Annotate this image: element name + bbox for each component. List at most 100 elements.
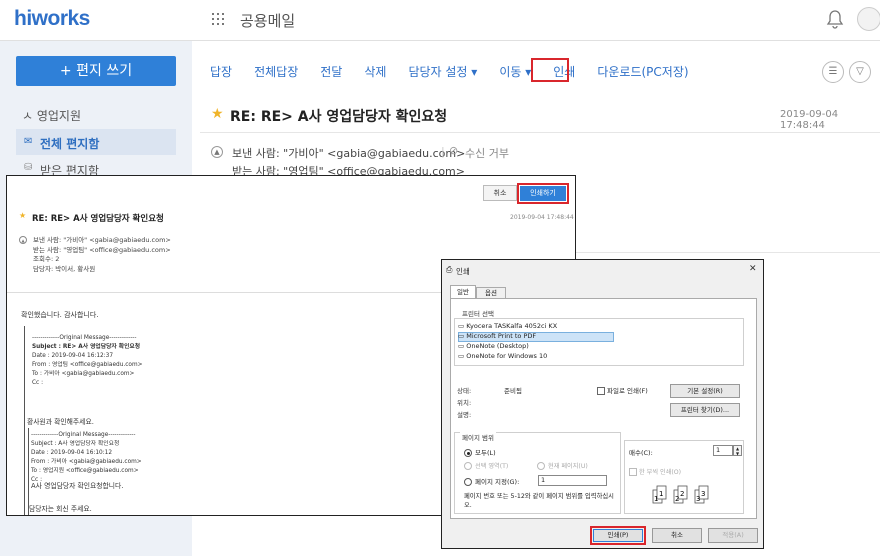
- tab-options[interactable]: 옵션: [476, 287, 506, 298]
- preview-print-button[interactable]: 인쇄하기: [520, 186, 566, 201]
- printer-name: OneNote (Desktop): [466, 342, 529, 350]
- quote-subject: Subject : RE> A사 영업담당자 확인요청: [32, 344, 141, 350]
- svg-text:1: 1: [654, 495, 658, 503]
- reject-link[interactable]: 수신 거부: [465, 145, 509, 161]
- svg-text:3: 3: [701, 490, 705, 498]
- collapse-icon[interactable]: ▲: [211, 146, 223, 158]
- quote-from: From : 가비아 <gabia@gabiaedu.com>: [31, 459, 142, 465]
- range-selection-label: 선택 영역(T): [475, 463, 509, 470]
- inbox-icon: ⛁: [24, 162, 33, 173]
- quote-reply-3: 담당자는 회신 주세요.: [29, 505, 92, 513]
- location-label: 위치:: [457, 399, 472, 407]
- list-icon[interactable]: ☰: [822, 61, 844, 83]
- apply-button: 적용(A): [708, 528, 758, 543]
- printer-item[interactable]: ▭ OneNote (Desktop): [458, 342, 529, 350]
- bell-icon[interactable]: [826, 9, 844, 29]
- preview-header: 보낸 사람: "가비아" <gabia@gabiaedu.com> 받는 사람:…: [33, 236, 171, 274]
- app-logo[interactable]: hiworks: [14, 7, 90, 31]
- printer-item[interactable]: ▭ Kyocera TASKalfa 4052ci KX: [458, 322, 557, 330]
- svg-text:3: 3: [696, 495, 700, 503]
- dialog-cancel-button[interactable]: 취소: [652, 528, 702, 543]
- move-menu[interactable]: 이동 ▾: [499, 63, 531, 80]
- quote-from: From : 영업팀 <office@gabiaedu.com>: [32, 362, 143, 368]
- collate-pages-icon: 11 22 33: [652, 485, 709, 504]
- range-current-radio: 현재 페이지(U): [537, 461, 588, 470]
- divider: [200, 132, 880, 133]
- status-label: 상태:: [457, 387, 472, 395]
- mail-icon: ✉: [24, 136, 33, 147]
- collate-checkbox: 한 부씩 인쇄(O): [629, 467, 681, 476]
- copies-input[interactable]: 1: [713, 445, 733, 456]
- preview-date: 2019-09-04 17:48:44: [510, 214, 574, 221]
- mail-from: 보낸 사람: "가비아" <gabia@gabiaedu.com>: [232, 147, 466, 160]
- svg-text:2: 2: [675, 495, 679, 503]
- printer-group-title: 프린터 선택: [460, 308, 496, 318]
- compose-button[interactable]: + 편지 쓰기: [16, 56, 176, 86]
- block-icon: ⊘: [449, 144, 459, 157]
- range-pages-label: 페이지 지정(G):: [475, 478, 520, 486]
- quote-reply-1: 황사원과 확인해주세요.: [27, 418, 94, 426]
- mail-toolbar: 답장 전체답장 전달 삭제 담당자 설정 ▾ 이동 ▾ 인쇄 다운로드(PC저장…: [210, 63, 711, 80]
- mail-date: 2019-09-04 17:48:44: [780, 109, 839, 131]
- divider: [576, 252, 880, 253]
- app-title: 공용메일: [240, 12, 296, 30]
- delete-button[interactable]: 삭제: [364, 63, 386, 80]
- preview-cancel-button[interactable]: 취소: [483, 185, 517, 201]
- preferences-button[interactable]: 기본 설정(R): [670, 384, 740, 398]
- apps-grid-icon[interactable]: [212, 13, 224, 25]
- page-range-title: 페이지 범위: [460, 432, 496, 442]
- range-selection-radio: 선택 영역(T): [464, 461, 508, 470]
- chevron-down-icon[interactable]: ▽: [849, 61, 871, 83]
- quote-subject: Subject : A사 영업담당자 확인요청: [31, 441, 120, 447]
- print-button-highlight: [531, 58, 569, 82]
- preview-from: 보낸 사람: "가비아" <gabia@gabiaedu.com>: [33, 236, 171, 244]
- range-pages-input[interactable]: 1: [538, 475, 607, 486]
- quote-to: To : 가비아 <gabia@gabiaedu.com>: [32, 371, 135, 377]
- printer-item-selected[interactable]: ▭ Microsoft Print to PDF: [458, 332, 536, 340]
- range-all-radio[interactable]: 모두(L): [464, 447, 496, 457]
- preview-views: 조회수: 2: [33, 255, 60, 263]
- star-icon[interactable]: ★: [211, 106, 224, 122]
- quote-reply-2: A사 영업담당자 확인요청합니다.: [31, 482, 124, 490]
- print-to-file-checkbox[interactable]: 파일로 인쇄(F): [597, 385, 648, 395]
- avatar[interactable]: [857, 7, 880, 31]
- dialog-title: 인쇄: [456, 267, 470, 276]
- download-button[interactable]: 다운로드(PC저장): [597, 63, 688, 80]
- printer-icon: ⎙: [446, 265, 453, 274]
- range-all-label: 모두(L): [475, 449, 496, 457]
- printer-item[interactable]: ▭ OneNote for Windows 10: [458, 352, 547, 360]
- range-current-label: 현재 페이지(U): [548, 463, 588, 470]
- sidebar-group-sales-support[interactable]: ㅅ 영업지원: [22, 107, 81, 124]
- reply-all-button[interactable]: 전체답장: [254, 63, 298, 80]
- quote-divider-text: -------------Original Message-----------…: [31, 432, 136, 438]
- printer-name: OneNote for Windows 10: [466, 352, 548, 360]
- close-icon[interactable]: ✕: [749, 264, 757, 274]
- printer-name: Kyocera TASKalfa 4052ci KX: [466, 322, 558, 330]
- quote-cc: Cc :: [32, 380, 44, 386]
- preview-to: 받는 사람: "영업팀" <office@gabiaedu.com>: [33, 245, 171, 254]
- separator: |: [441, 145, 445, 158]
- quote-divider-text: -------------Original Message-----------…: [32, 335, 137, 341]
- quote-date: Date : 2019-09-04 16:10:12: [31, 450, 113, 456]
- preview-subject: RE: RE> A사 영업담당자 확인요청: [32, 214, 164, 224]
- copies-spinner[interactable]: ▲ ▼: [733, 445, 742, 456]
- forward-button[interactable]: 전달: [320, 63, 342, 80]
- svg-text:2: 2: [680, 490, 684, 498]
- mail-subject: RE: RE> A사 영업담당자 확인요청: [230, 109, 448, 125]
- comment-label: 설명:: [457, 411, 472, 419]
- quote-header-2: -------------Original Message-----------…: [31, 431, 142, 485]
- find-printer-button[interactable]: 프린터 찾기(D)...: [670, 403, 740, 417]
- collate-label: 한 부씩 인쇄(O): [639, 469, 682, 476]
- tab-general[interactable]: 일반: [450, 285, 476, 298]
- sidebar-item-all-mail[interactable]: 전체 편지함: [40, 135, 99, 152]
- status-value: 준비됨: [504, 387, 522, 395]
- range-pages-radio[interactable]: 페이지 지정(G):: [464, 476, 519, 486]
- printer-name: Microsoft Print to PDF: [466, 332, 537, 340]
- quote-to: To : 영업지원 <office@gabiaedu.com>: [31, 468, 139, 474]
- print-dialog: ⎙ 인쇄 ✕ 일반 옵션 프린터 선택 ▭ Kyocera TASKalfa 4…: [441, 259, 764, 549]
- svg-text:1: 1: [659, 490, 663, 498]
- print-ok-button[interactable]: 인쇄(P): [593, 529, 643, 542]
- preview-assignees: 담당자: 박이서, 황사원: [33, 264, 96, 273]
- reply-button[interactable]: 답장: [210, 63, 232, 80]
- assignee-menu[interactable]: 담당자 설정 ▾: [408, 63, 477, 80]
